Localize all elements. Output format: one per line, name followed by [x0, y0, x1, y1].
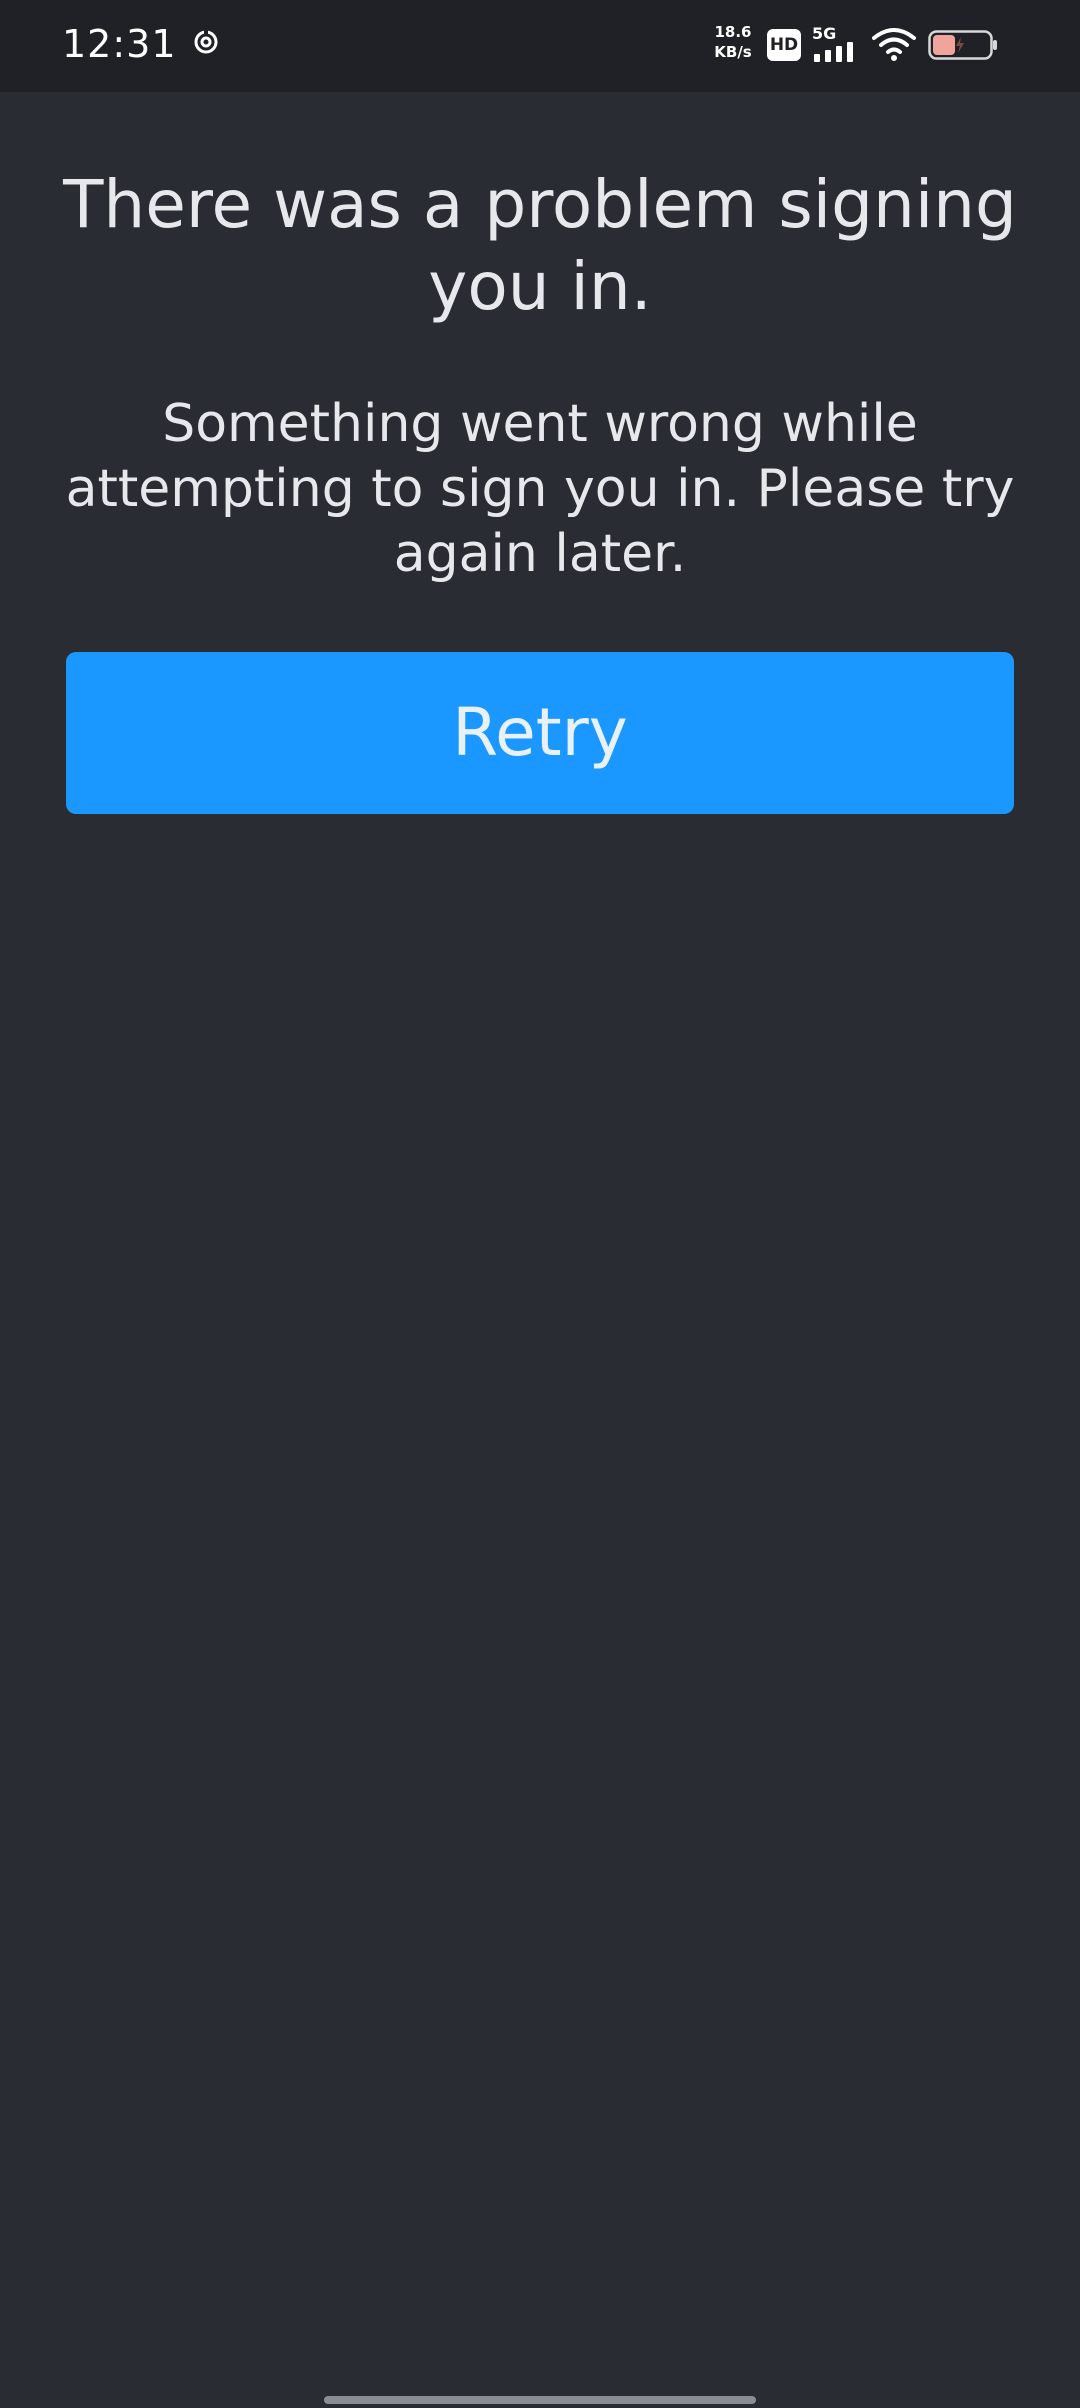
status-bar: 12:31 18.6 KB/s HD 5G [0, 0, 1080, 92]
error-title: There was a problem signing you in. [63, 166, 1017, 325]
status-time: 12:31 [62, 22, 177, 66]
network-speed-value: 18.6 [714, 23, 752, 41]
error-message: Something went wrong while attempting to… [65, 394, 1015, 584]
retry-button[interactable]: Retry [66, 652, 1014, 814]
battery-icon [928, 30, 997, 60]
wifi-icon [872, 28, 916, 61]
network-speed-unit: KB/s [714, 43, 752, 61]
home-indicator[interactable] [324, 2396, 756, 2404]
signal-icon: 5G [812, 24, 862, 64]
sync-icon [194, 28, 218, 54]
network-type-label: 5G [812, 24, 837, 43]
hd-icon: HD [767, 29, 801, 61]
network-speed: 18.6 KB/s [712, 22, 754, 62]
